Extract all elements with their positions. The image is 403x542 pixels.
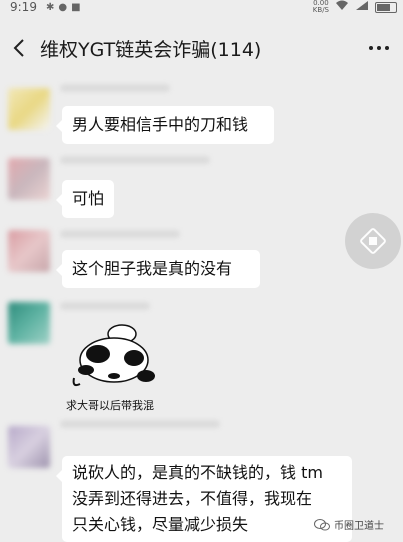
status-bar: 9:19 ✱ ● ■ 0.00 KB/S <box>0 0 403 20</box>
sender-name <box>60 84 170 92</box>
signal-icon <box>355 0 369 14</box>
message-line: 只关心钱，尽量减少损失 <box>72 515 249 534</box>
message-bubble[interactable]: 说砍人的，是真的不缺钱的，钱 tm 没弄到还得进去，不值得，我现在 只关心钱，尽… <box>56 456 352 542</box>
avatar[interactable] <box>8 302 50 344</box>
watermark-text: 币圈卫道士 <box>334 521 384 532</box>
message-bubble[interactable]: 男人要相信手中的刀和钱 <box>56 106 274 144</box>
avatar[interactable] <box>8 158 50 200</box>
wechat-logo-icon <box>314 518 330 530</box>
message-line: 没弄到还得进去，不值得，我现在 <box>72 489 313 508</box>
chat-header: 维权YGT链英会诈骗(114) <box>0 20 403 76</box>
float-window-icon <box>360 228 386 254</box>
avatar[interactable] <box>8 426 50 468</box>
more-icon <box>369 46 373 50</box>
wifi-icon <box>335 0 349 14</box>
chat-title: 维权YGT链英会诈骗(114) <box>40 39 262 61</box>
panda-sticker-icon <box>72 324 155 387</box>
bluetooth-icon: ✱ <box>46 2 55 13</box>
sender-name <box>60 156 210 164</box>
status-right: 0.00 KB/S <box>313 0 397 14</box>
float-window-button[interactable] <box>345 213 401 269</box>
message-line: 说砍人的，是真的不缺钱的，钱 tm <box>72 463 323 482</box>
qq-icon: ● <box>58 2 68 13</box>
sender-name <box>60 420 220 428</box>
back-button[interactable] <box>8 36 32 60</box>
status-time: 9:19 <box>10 0 37 14</box>
sticker-caption: 求大哥以后带我混 <box>66 399 154 412</box>
app-notification-icon: ■ <box>71 2 81 13</box>
avatar[interactable] <box>8 230 50 272</box>
sender-name <box>60 230 180 238</box>
more-button[interactable] <box>369 46 389 50</box>
battery-icon <box>375 1 397 13</box>
back-icon <box>13 39 24 57</box>
watermark: 币圈卫道士 <box>314 517 384 532</box>
avatar[interactable] <box>8 88 50 130</box>
message-bubble[interactable]: 这个胆子我是真的没有 <box>56 250 260 288</box>
sender-name <box>60 302 150 310</box>
net-speed: 0.00 KB/S <box>312 0 329 14</box>
message-bubble[interactable]: 可怕 <box>56 180 114 218</box>
status-notification-icons: ✱ ● ■ <box>46 2 81 13</box>
